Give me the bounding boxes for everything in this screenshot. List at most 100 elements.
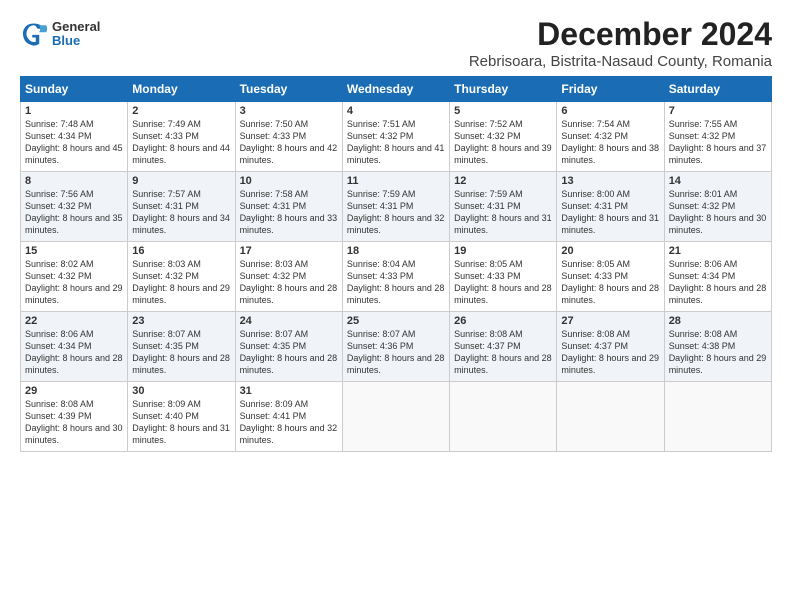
calendar-cell: 15 Sunrise: 8:02 AMSunset: 4:32 PMDaylig… bbox=[21, 242, 128, 312]
day-info: Sunrise: 8:04 AMSunset: 4:33 PMDaylight:… bbox=[347, 259, 445, 305]
day-number: 11 bbox=[347, 175, 445, 187]
day-number: 28 bbox=[669, 315, 767, 327]
day-number: 15 bbox=[25, 245, 123, 257]
calendar-title: December 2024 bbox=[469, 16, 772, 53]
day-info: Sunrise: 8:05 AMSunset: 4:33 PMDaylight:… bbox=[561, 259, 659, 305]
day-info: Sunrise: 8:08 AMSunset: 4:37 PMDaylight:… bbox=[454, 329, 552, 375]
day-info: Sunrise: 8:07 AMSunset: 4:36 PMDaylight:… bbox=[347, 329, 445, 375]
day-header: Tuesday bbox=[235, 77, 342, 102]
day-info: Sunrise: 7:59 AMSunset: 4:31 PMDaylight:… bbox=[347, 189, 445, 235]
calendar-cell: 25 Sunrise: 8:07 AMSunset: 4:36 PMDaylig… bbox=[342, 312, 449, 382]
day-info: Sunrise: 7:58 AMSunset: 4:31 PMDaylight:… bbox=[240, 189, 338, 235]
day-header: Thursday bbox=[450, 77, 557, 102]
calendar-cell: 23 Sunrise: 8:07 AMSunset: 4:35 PMDaylig… bbox=[128, 312, 235, 382]
calendar-week-row: 29 Sunrise: 8:08 AMSunset: 4:39 PMDaylig… bbox=[21, 382, 772, 452]
calendar-week-row: 1 Sunrise: 7:48 AMSunset: 4:34 PMDayligh… bbox=[21, 102, 772, 172]
day-number: 6 bbox=[561, 105, 659, 117]
calendar-cell: 11 Sunrise: 7:59 AMSunset: 4:31 PMDaylig… bbox=[342, 172, 449, 242]
day-info: Sunrise: 8:01 AMSunset: 4:32 PMDaylight:… bbox=[669, 189, 767, 235]
day-info: Sunrise: 8:07 AMSunset: 4:35 PMDaylight:… bbox=[132, 329, 230, 375]
day-number: 22 bbox=[25, 315, 123, 327]
day-number: 3 bbox=[240, 105, 338, 117]
day-number: 2 bbox=[132, 105, 230, 117]
calendar-cell: 27 Sunrise: 8:08 AMSunset: 4:37 PMDaylig… bbox=[557, 312, 664, 382]
day-info: Sunrise: 8:03 AMSunset: 4:32 PMDaylight:… bbox=[240, 259, 338, 305]
calendar-cell: 21 Sunrise: 8:06 AMSunset: 4:34 PMDaylig… bbox=[664, 242, 771, 312]
calendar-cell: 1 Sunrise: 7:48 AMSunset: 4:34 PMDayligh… bbox=[21, 102, 128, 172]
day-info: Sunrise: 8:03 AMSunset: 4:32 PMDaylight:… bbox=[132, 259, 230, 305]
day-number: 8 bbox=[25, 175, 123, 187]
day-info: Sunrise: 8:00 AMSunset: 4:31 PMDaylight:… bbox=[561, 189, 659, 235]
calendar-cell: 4 Sunrise: 7:51 AMSunset: 4:32 PMDayligh… bbox=[342, 102, 449, 172]
day-number: 30 bbox=[132, 385, 230, 397]
day-number: 25 bbox=[347, 315, 445, 327]
day-number: 31 bbox=[240, 385, 338, 397]
day-info: Sunrise: 8:07 AMSunset: 4:35 PMDaylight:… bbox=[240, 329, 338, 375]
day-info: Sunrise: 8:06 AMSunset: 4:34 PMDaylight:… bbox=[25, 329, 123, 375]
day-number: 5 bbox=[454, 105, 552, 117]
calendar-table: SundayMondayTuesdayWednesdayThursdayFrid… bbox=[20, 76, 772, 452]
day-number: 23 bbox=[132, 315, 230, 327]
calendar-cell: 10 Sunrise: 7:58 AMSunset: 4:31 PMDaylig… bbox=[235, 172, 342, 242]
day-header: Friday bbox=[557, 77, 664, 102]
day-info: Sunrise: 8:09 AMSunset: 4:41 PMDaylight:… bbox=[240, 399, 338, 445]
day-number: 9 bbox=[132, 175, 230, 187]
day-number: 21 bbox=[669, 245, 767, 257]
logo-icon bbox=[20, 20, 48, 48]
day-info: Sunrise: 7:57 AMSunset: 4:31 PMDaylight:… bbox=[132, 189, 230, 235]
logo-text: General Blue bbox=[52, 20, 100, 49]
page-container: General Blue December 2024 Rebrisoara, B… bbox=[0, 0, 792, 462]
calendar-subtitle: Rebrisoara, Bistrita-Nasaud County, Roma… bbox=[469, 53, 772, 70]
calendar-week-row: 22 Sunrise: 8:06 AMSunset: 4:34 PMDaylig… bbox=[21, 312, 772, 382]
logo: General Blue bbox=[20, 20, 100, 49]
day-info: Sunrise: 8:05 AMSunset: 4:33 PMDaylight:… bbox=[454, 259, 552, 305]
day-info: Sunrise: 7:49 AMSunset: 4:33 PMDaylight:… bbox=[132, 119, 230, 165]
title-block: December 2024 Rebrisoara, Bistrita-Nasau… bbox=[469, 16, 772, 70]
day-info: Sunrise: 8:02 AMSunset: 4:32 PMDaylight:… bbox=[25, 259, 123, 305]
calendar-body: 1 Sunrise: 7:48 AMSunset: 4:34 PMDayligh… bbox=[21, 102, 772, 452]
calendar-cell: 19 Sunrise: 8:05 AMSunset: 4:33 PMDaylig… bbox=[450, 242, 557, 312]
day-info: Sunrise: 7:56 AMSunset: 4:32 PMDaylight:… bbox=[25, 189, 123, 235]
day-number: 18 bbox=[347, 245, 445, 257]
calendar-cell bbox=[450, 382, 557, 452]
header: General Blue December 2024 Rebrisoara, B… bbox=[20, 16, 772, 70]
day-number: 7 bbox=[669, 105, 767, 117]
calendar-cell: 7 Sunrise: 7:55 AMSunset: 4:32 PMDayligh… bbox=[664, 102, 771, 172]
day-info: Sunrise: 7:48 AMSunset: 4:34 PMDaylight:… bbox=[25, 119, 123, 165]
calendar-cell: 17 Sunrise: 8:03 AMSunset: 4:32 PMDaylig… bbox=[235, 242, 342, 312]
day-info: Sunrise: 7:50 AMSunset: 4:33 PMDaylight:… bbox=[240, 119, 338, 165]
day-info: Sunrise: 8:08 AMSunset: 4:38 PMDaylight:… bbox=[669, 329, 767, 375]
day-number: 24 bbox=[240, 315, 338, 327]
calendar-week-row: 8 Sunrise: 7:56 AMSunset: 4:32 PMDayligh… bbox=[21, 172, 772, 242]
calendar-cell: 20 Sunrise: 8:05 AMSunset: 4:33 PMDaylig… bbox=[557, 242, 664, 312]
day-info: Sunrise: 8:09 AMSunset: 4:40 PMDaylight:… bbox=[132, 399, 230, 445]
logo-line1: General bbox=[52, 20, 100, 34]
calendar-header-row: SundayMondayTuesdayWednesdayThursdayFrid… bbox=[21, 77, 772, 102]
day-number: 20 bbox=[561, 245, 659, 257]
day-number: 17 bbox=[240, 245, 338, 257]
day-info: Sunrise: 7:55 AMSunset: 4:32 PMDaylight:… bbox=[669, 119, 767, 165]
day-number: 27 bbox=[561, 315, 659, 327]
calendar-cell: 6 Sunrise: 7:54 AMSunset: 4:32 PMDayligh… bbox=[557, 102, 664, 172]
day-info: Sunrise: 7:52 AMSunset: 4:32 PMDaylight:… bbox=[454, 119, 552, 165]
calendar-cell: 8 Sunrise: 7:56 AMSunset: 4:32 PMDayligh… bbox=[21, 172, 128, 242]
day-info: Sunrise: 8:08 AMSunset: 4:37 PMDaylight:… bbox=[561, 329, 659, 375]
logo-line2: Blue bbox=[52, 34, 100, 48]
day-header: Sunday bbox=[21, 77, 128, 102]
day-number: 13 bbox=[561, 175, 659, 187]
calendar-cell: 14 Sunrise: 8:01 AMSunset: 4:32 PMDaylig… bbox=[664, 172, 771, 242]
calendar-cell: 5 Sunrise: 7:52 AMSunset: 4:32 PMDayligh… bbox=[450, 102, 557, 172]
day-header: Wednesday bbox=[342, 77, 449, 102]
day-header: Monday bbox=[128, 77, 235, 102]
day-number: 10 bbox=[240, 175, 338, 187]
calendar-cell: 9 Sunrise: 7:57 AMSunset: 4:31 PMDayligh… bbox=[128, 172, 235, 242]
day-number: 29 bbox=[25, 385, 123, 397]
day-header: Saturday bbox=[664, 77, 771, 102]
day-info: Sunrise: 7:59 AMSunset: 4:31 PMDaylight:… bbox=[454, 189, 552, 235]
day-number: 4 bbox=[347, 105, 445, 117]
calendar-cell: 30 Sunrise: 8:09 AMSunset: 4:40 PMDaylig… bbox=[128, 382, 235, 452]
day-info: Sunrise: 8:06 AMSunset: 4:34 PMDaylight:… bbox=[669, 259, 767, 305]
calendar-cell: 22 Sunrise: 8:06 AMSunset: 4:34 PMDaylig… bbox=[21, 312, 128, 382]
calendar-cell: 31 Sunrise: 8:09 AMSunset: 4:41 PMDaylig… bbox=[235, 382, 342, 452]
calendar-cell: 18 Sunrise: 8:04 AMSunset: 4:33 PMDaylig… bbox=[342, 242, 449, 312]
